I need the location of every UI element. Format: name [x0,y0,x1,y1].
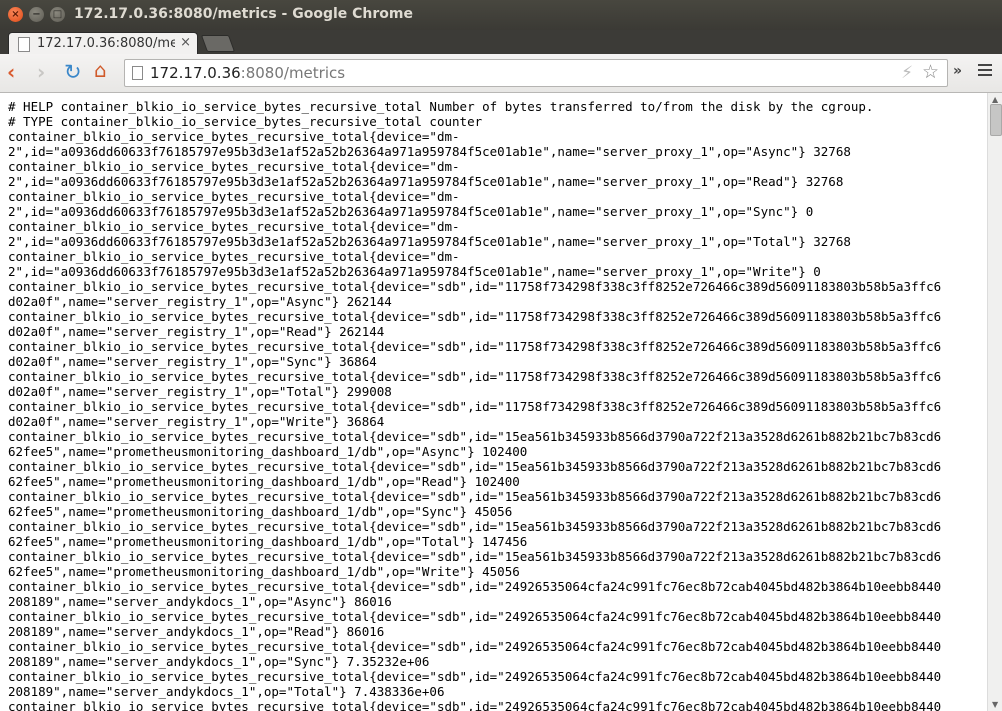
metric-line: 2",id="a0936dd60633f76185797e95b3d3e1af5… [8,234,851,249]
metric-line: 208189",name="server_andykdocs_1",op="To… [8,684,445,699]
metric-line: container_blkio_io_service_bytes_recursi… [8,309,942,324]
metric-line: 208189",name="server_andykdocs_1",op="As… [8,594,392,609]
metric-line: 208189",name="server_andykdocs_1",op="Re… [8,624,385,639]
bolt-icon[interactable]: ⚡ [901,63,913,83]
tab-metrics[interactable]: 172.17.0.36:8080/me × [8,32,198,55]
metric-line: d02a0f",name="server_registry_1",op="Asy… [8,294,392,309]
vertical-scrollbar[interactable]: ▲ ▼ [987,93,1002,711]
back-button[interactable]: ‹ [7,62,15,82]
metric-line: # TYPE container_blkio_io_service_bytes_… [8,114,483,129]
metric-line: container_blkio_io_service_bytes_recursi… [8,609,942,624]
tab-title: 172.17.0.36:8080/me [37,36,175,51]
metric-line: 2",id="a0936dd60633f76185797e95b3d3e1af5… [8,264,821,279]
metric-line: container_blkio_io_service_bytes_recursi… [8,399,942,414]
metric-line: container_blkio_io_service_bytes_recursi… [8,579,942,594]
metrics-text: # HELP container_blkio_io_service_bytes_… [0,93,987,711]
metric-line: container_blkio_io_service_bytes_recursi… [8,219,460,234]
metric-line: 2",id="a0936dd60633f76185797e95b3d3e1af5… [8,174,844,189]
window-title: 172.17.0.36:8080/metrics - Google Chrome [74,6,413,22]
metric-line: # HELP container_blkio_io_service_bytes_… [8,99,874,114]
url-host: 172.17.0.36 [150,64,241,82]
menu-icon[interactable] [978,64,992,79]
metric-line: 62fee5",name="prometheusmonitoring_dashb… [8,474,520,489]
window-maximize-button[interactable]: □ [50,7,65,22]
page-content: # HELP container_blkio_io_service_bytes_… [0,93,987,711]
window-titlebar: × − □ 172.17.0.36:8080/metrics - Google … [0,0,1002,30]
metric-line: container_blkio_io_service_bytes_recursi… [8,429,942,444]
metric-line: 208189",name="server_andykdocs_1",op="Sy… [8,654,430,669]
metric-line: 62fee5",name="prometheusmonitoring_dashb… [8,444,528,459]
metric-line: container_blkio_io_service_bytes_recursi… [8,639,942,654]
tab-strip: 172.17.0.36:8080/me × [0,30,1002,55]
metric-line: d02a0f",name="server_registry_1",op="Rea… [8,324,385,339]
metric-line: container_blkio_io_service_bytes_recursi… [8,369,942,384]
metric-line: d02a0f",name="server_registry_1",op="Tot… [8,384,392,399]
new-tab-button[interactable] [200,35,236,52]
metric-line: 2",id="a0936dd60633f76185797e95b3d3e1af5… [8,204,814,219]
metric-line: d02a0f",name="server_registry_1",op="Syn… [8,354,377,369]
scroll-up-arrow-icon[interactable]: ▲ [992,95,998,104]
forward-button[interactable]: › [37,62,45,82]
window-close-button[interactable]: × [8,7,23,22]
url-path: :8080/metrics [240,64,346,82]
metric-line: container_blkio_io_service_bytes_recursi… [8,159,460,174]
browser-toolbar: ‹ › ↻ ⌂ 172.17.0.36:8080/metrics ⚡ ☆ » [0,54,1002,93]
metric-line: container_blkio_io_service_bytes_recursi… [8,339,942,354]
window-minimize-button[interactable]: − [29,7,44,22]
metric-line: container_blkio_io_service_bytes_recursi… [8,279,942,294]
page-icon [18,37,30,52]
extensions-overflow-button[interactable]: » [953,63,962,79]
metric-line: d02a0f",name="server_registry_1",op="Wri… [8,414,385,429]
metric-line: container_blkio_io_service_bytes_recursi… [8,519,942,534]
metric-line: 62fee5",name="prometheusmonitoring_dashb… [8,564,520,579]
metric-line: container_blkio_io_service_bytes_recursi… [8,249,460,264]
metric-line: 62fee5",name="prometheusmonitoring_dashb… [8,504,513,519]
metric-line: container_blkio_io_service_bytes_recursi… [8,129,460,144]
page-icon [132,66,143,80]
url-text[interactable]: 172.17.0.36:8080/metrics [150,64,345,82]
metric-line: container_blkio_io_service_bytes_recursi… [8,189,460,204]
reload-button[interactable]: ↻ [64,62,82,83]
metric-line: container_blkio_io_service_bytes_recursi… [8,549,942,564]
metric-line: container_blkio_io_service_bytes_recursi… [8,669,942,684]
tab-close-icon[interactable]: × [180,35,191,50]
metric-line: 2",id="a0936dd60633f76185797e95b3d3e1af5… [8,144,851,159]
home-button[interactable]: ⌂ [94,60,107,80]
bookmark-star-icon[interactable]: ☆ [922,61,939,83]
metric-line: container_blkio_io_service_bytes_recursi… [8,459,942,474]
metric-line: 62fee5",name="prometheusmonitoring_dashb… [8,534,528,549]
metric-line: container_blkio_io_service_bytes_recursi… [8,489,942,504]
address-bar[interactable]: 172.17.0.36:8080/metrics ⚡ ☆ [124,59,948,87]
scrollbar-thumb[interactable] [990,104,1002,136]
scroll-down-arrow-icon[interactable]: ▼ [992,700,998,709]
metric-line: container_blkio_io_service_bytes_recursi… [8,699,942,711]
